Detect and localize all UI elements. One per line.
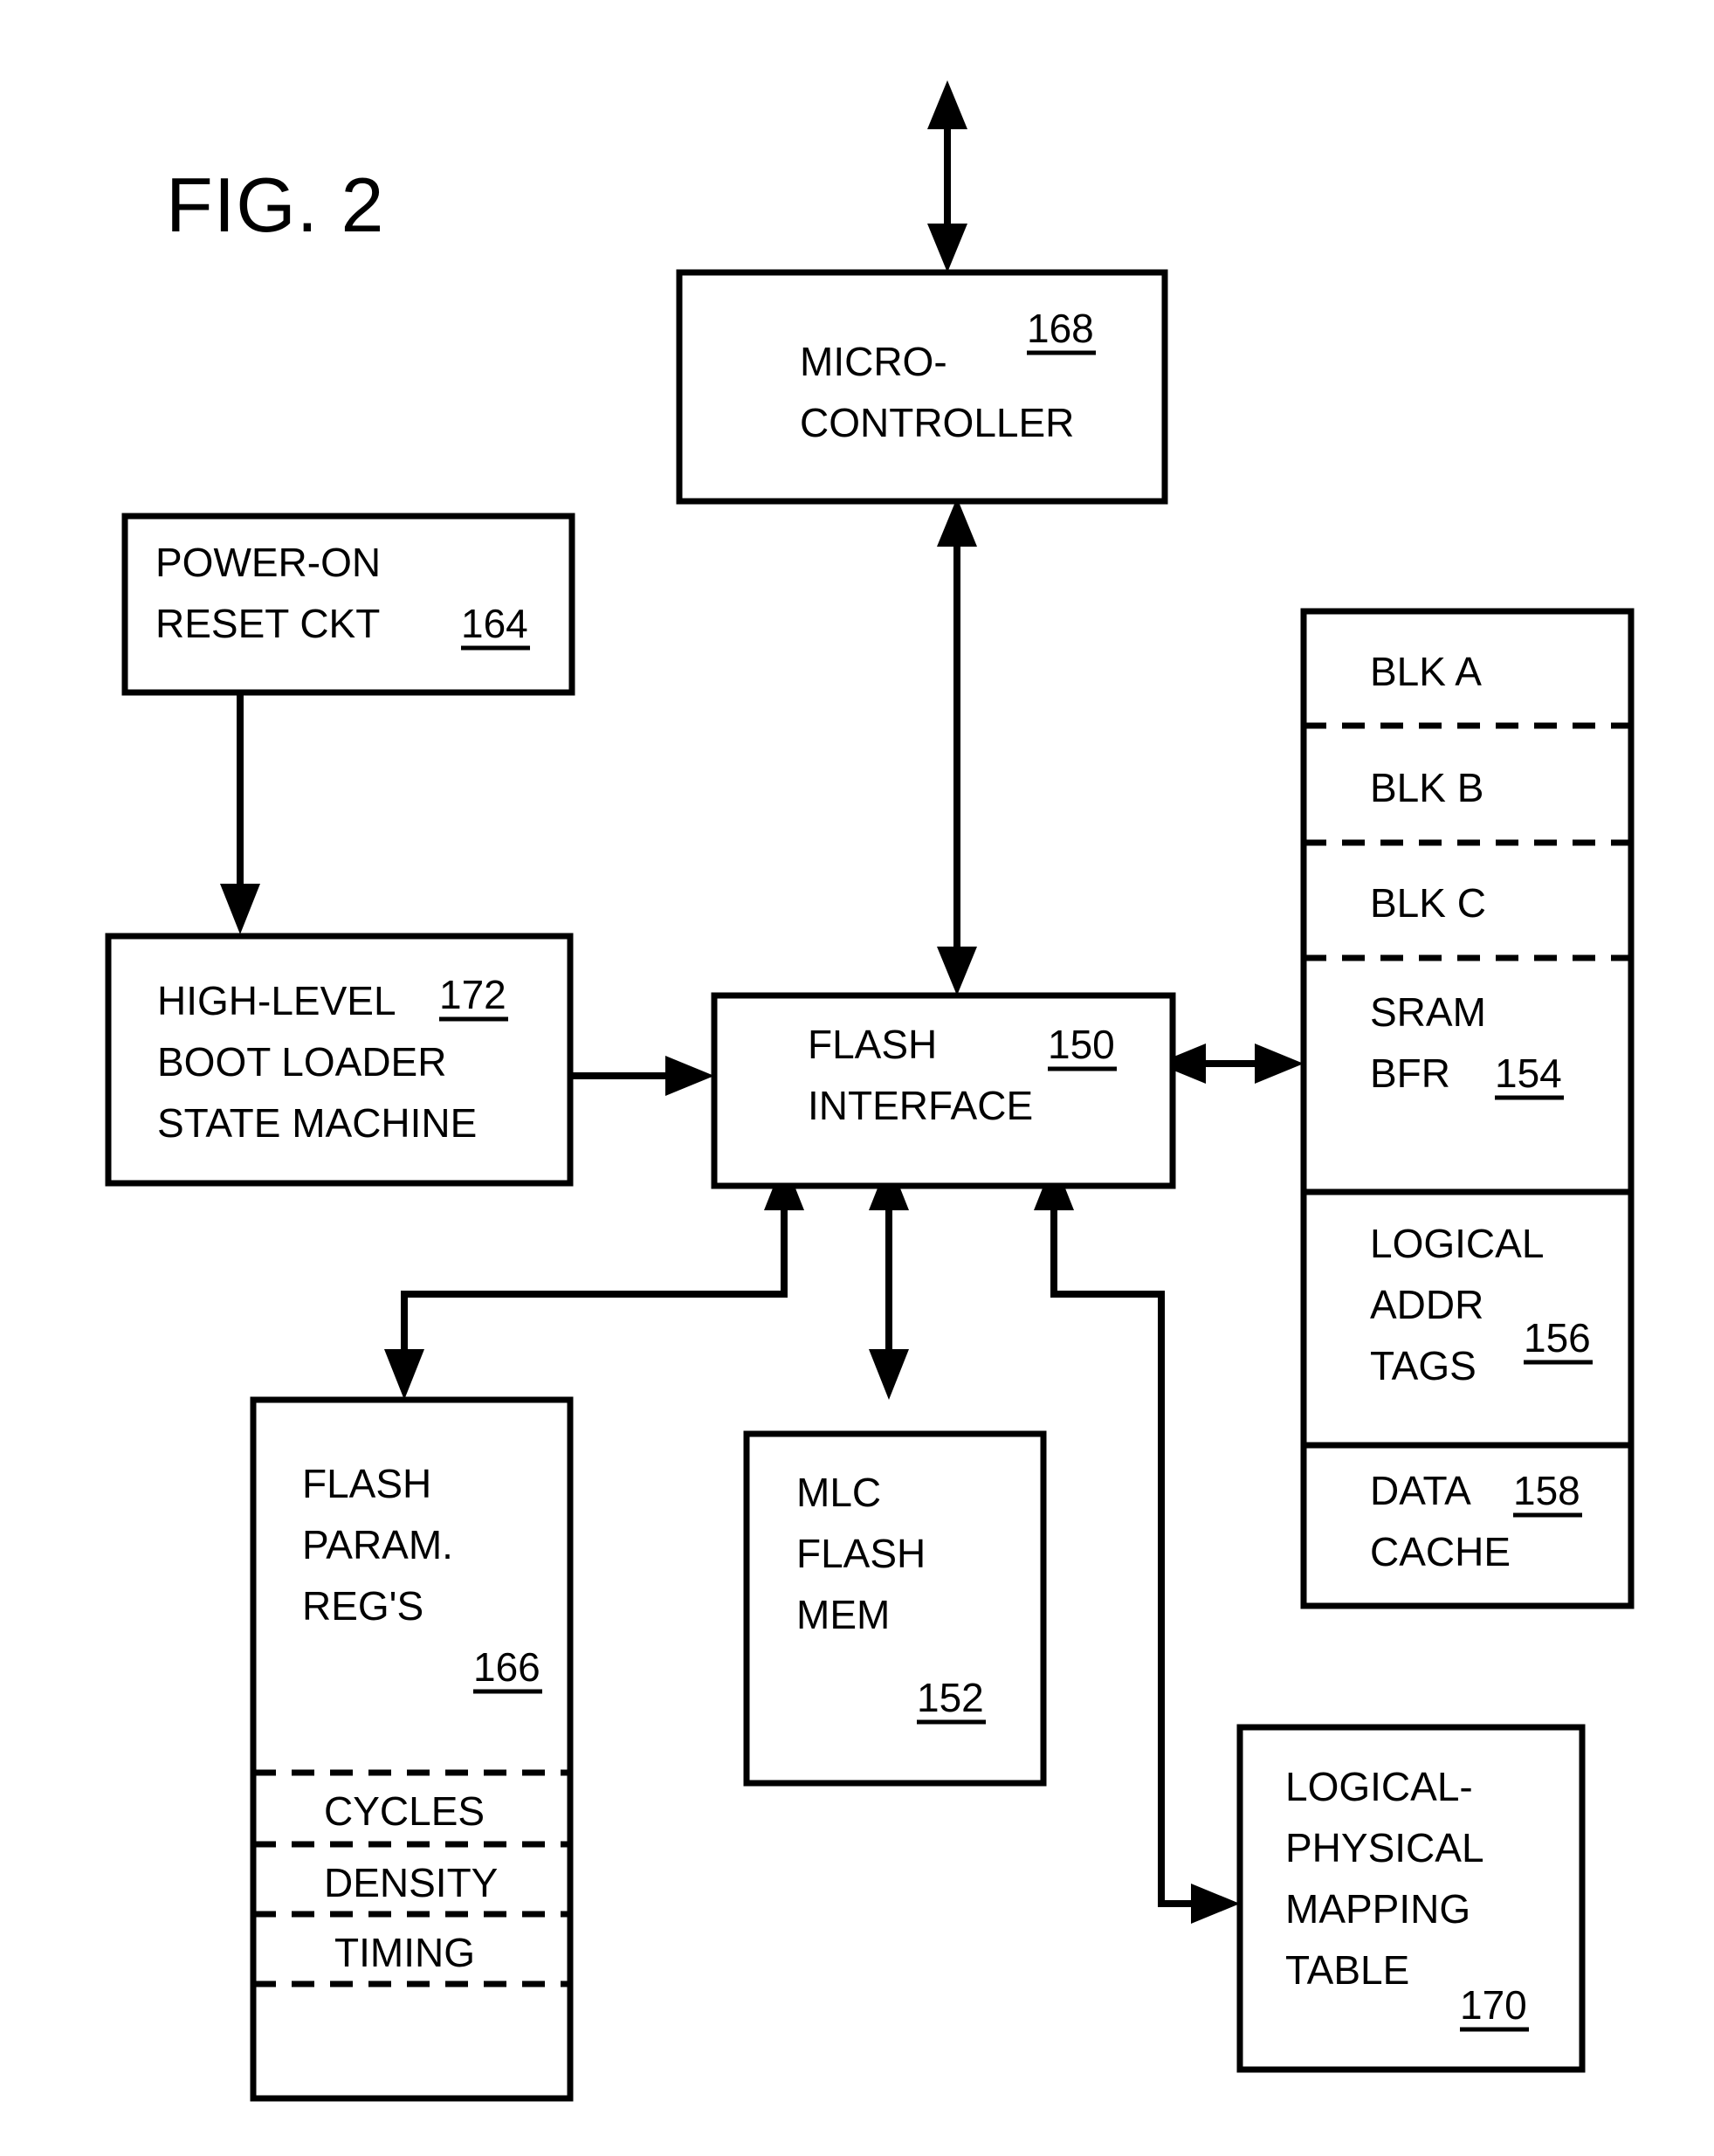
power-on-reset-label-line1: POWER-ON [155,540,381,585]
logical-addr-tags-label-line2: ADDR [1370,1282,1483,1327]
connector-bootloader-to-flash-interface [570,1056,714,1096]
flash-param-regs-field-timing: TIMING [334,1930,475,1975]
microcontroller-label-line1: MICRO- [800,339,947,384]
connector-flash-interface-mapping-table [1034,1160,1240,1924]
flash-interface-label-line2: INTERFACE [808,1083,1033,1128]
boot-loader-label-line1: HIGH-LEVEL [157,978,396,1023]
memory-stack-sram-label-line1: SRAM [1370,989,1486,1035]
mapping-table-label-line4: TABLE [1285,1947,1409,1993]
mlc-flash-mem-ref-number: 152 [917,1675,984,1720]
block-boot-loader-state-machine[interactable]: HIGH-LEVEL BOOT LOADER STATE MACHINE 172 [105,933,574,1187]
flash-param-regs-label-line3: REG'S [302,1583,423,1629]
block-diagram: FIG. 2 MICRO- CONTROLLER 168 POWER-ON RE… [105,80,1635,2102]
mlc-flash-mem-label-line1: MLC [796,1470,881,1515]
block-logical-addr-tags[interactable]: LOGICAL ADDR TAGS 156 [1300,1188,1635,1449]
boot-loader-label-line2: BOOT LOADER [157,1039,446,1085]
mapping-table-label-line3: MAPPING [1285,1886,1470,1932]
flash-param-regs-field-density: DENSITY [324,1860,498,1905]
block-mlc-flash-mem[interactable]: MLC FLASH MEM 152 [743,1430,1047,1787]
block-flash-param-regs[interactable]: FLASH PARAM. REG'S 166 CYCLES DENSITY TI… [250,1396,574,2102]
figure-title: FIG. 2 [166,162,385,248]
power-on-reset-ref-number: 164 [461,601,528,646]
mlc-flash-mem-label-line2: FLASH [796,1531,926,1576]
figure-canvas: FIG. 2 MICRO- CONTROLLER 168 POWER-ON RE… [0,0,1714,2156]
block-power-on-reset[interactable]: POWER-ON RESET CKT 164 [121,513,575,696]
connector-flash-interface-param-regs [384,1160,804,1400]
flash-interface-label-line1: FLASH [808,1022,937,1067]
boot-loader-ref-number: 172 [439,972,506,1017]
flash-param-regs-label-line2: PARAM. [302,1522,453,1567]
flash-interface-ref-number: 150 [1048,1022,1115,1067]
memory-stack-blk-b-label: BLK B [1370,765,1483,810]
data-cache-label-line1: DATA [1370,1468,1471,1513]
connector-microcontroller-flash-interface [937,498,977,995]
memory-stack-sram-label-line2: BFR [1370,1050,1450,1096]
logical-addr-tags-label-line1: LOGICAL [1370,1221,1544,1266]
connector-external-microcontroller [927,80,967,272]
memory-stack-sram-ref-number: 154 [1495,1050,1562,1096]
connector-flash-interface-mlc-flash [869,1160,909,1400]
microcontroller-ref-number: 168 [1027,306,1094,351]
flash-param-regs-label-line1: FLASH [302,1461,431,1506]
block-flash-interface[interactable]: FLASH INTERFACE 150 [711,992,1176,1189]
mapping-table-label-line1: LOGICAL- [1285,1764,1473,1809]
flash-param-regs-ref-number: 166 [473,1644,540,1690]
block-logical-physical-mapping-table[interactable]: LOGICAL- PHYSICAL MAPPING TABLE 170 [1236,1724,1586,2073]
logical-addr-tags-ref-number: 156 [1524,1315,1591,1360]
connector-reset-to-bootloader [220,692,260,934]
block-data-cache[interactable]: DATA CACHE 158 [1300,1442,1635,1609]
block-memory-stack[interactable]: BLK A BLK B BLK C SRAM BFR 154 [1300,608,1635,1195]
boot-loader-label-line3: STATE MACHINE [157,1100,477,1146]
data-cache-ref-number: 158 [1513,1468,1580,1513]
microcontroller-label-line2: CONTROLLER [800,400,1074,445]
block-microcontroller[interactable]: MICRO- CONTROLLER 168 [676,269,1168,505]
connector-flash-interface-memory-stack [1157,1044,1304,1084]
mapping-table-ref-number: 170 [1460,1982,1527,2028]
mapping-table-label-line2: PHYSICAL [1285,1825,1484,1870]
power-on-reset-label-line2: RESET CKT [155,601,380,646]
memory-stack-blk-c-label: BLK C [1370,880,1486,926]
flash-param-regs-field-cycles: CYCLES [324,1788,485,1834]
data-cache-label-line2: CACHE [1370,1529,1511,1574]
memory-stack-blk-a-label: BLK A [1370,649,1482,694]
logical-addr-tags-label-line3: TAGS [1370,1343,1477,1388]
mlc-flash-mem-label-line3: MEM [796,1592,890,1637]
